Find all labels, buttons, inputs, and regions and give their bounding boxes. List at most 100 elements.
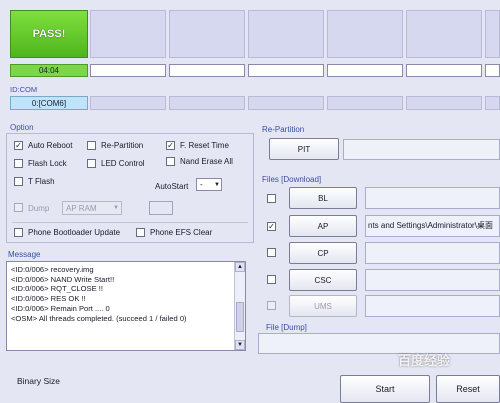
bl-button[interactable]: BL — [289, 187, 357, 209]
csc-button-label: CSC — [314, 275, 332, 285]
pit-button-label: PIT — [297, 144, 311, 154]
auto-reboot-checkbox[interactable]: ✓ — [14, 141, 23, 150]
chevron-down-icon: ▼ — [214, 181, 220, 188]
pit-path-field[interactable] — [343, 139, 500, 160]
phone-efs-clear-checkbox[interactable] — [136, 228, 145, 237]
f-reset-time-label: F. Reset Time — [180, 141, 229, 150]
ums-button[interactable]: UMS — [289, 295, 357, 317]
com-slot-7 — [485, 96, 500, 110]
option-title: Option — [10, 123, 34, 132]
elapsed-time: 04:04 — [10, 64, 88, 77]
dump-target-select[interactable]: AP RAM ▼ — [62, 201, 122, 215]
auto-reboot-label: Auto Reboot — [28, 141, 73, 150]
message-line: <ID:0/006> Remain Port .... 0 — [11, 303, 110, 313]
elapsed-time-text: 04:04 — [38, 66, 60, 75]
csc-checkbox[interactable] — [267, 275, 276, 284]
cp-button[interactable]: CP — [289, 242, 357, 264]
phone-bootloader-update-label: Phone Bootloader Update — [28, 228, 121, 237]
message-lines: <ID:0/006> recovery.img <ID:0/006> NAND … — [11, 265, 187, 323]
led-control-checkbox[interactable] — [87, 159, 96, 168]
message-line: <ID:0/006> recovery.img — [11, 265, 94, 274]
com-slot-6 — [406, 96, 482, 110]
progress-slot-5 — [327, 64, 403, 77]
chevron-down-icon: ▼ — [113, 205, 119, 211]
t-flash-label: T Flash — [28, 177, 55, 186]
scroll-down-icon[interactable]: ▼ — [235, 340, 245, 350]
ums-path-field[interactable] — [365, 295, 500, 317]
ap-checkbox[interactable]: ✓ — [267, 222, 276, 231]
binary-size-label: Binary Size — [17, 376, 60, 386]
com-slot-3 — [169, 96, 245, 110]
files-title: Files [Download] — [262, 175, 322, 184]
t-flash-checkbox[interactable] — [14, 177, 23, 186]
port-slot-3 — [169, 10, 245, 58]
progress-slot-6 — [406, 64, 482, 77]
dump-target-value: AP RAM — [66, 203, 97, 213]
start-button[interactable]: Start — [340, 375, 430, 403]
csc-button[interactable]: CSC — [289, 269, 357, 291]
watermark: 百度经验 — [398, 350, 498, 372]
reset-button-label: Reset — [456, 384, 480, 394]
file-dump-title: File [Dump] — [266, 323, 307, 332]
repartition-title: Re-Partition — [262, 125, 305, 134]
message-line: <ID:0/006> RQT_CLOSE !! — [11, 284, 104, 294]
flash-lock-label: Flash Lock — [28, 159, 67, 168]
com-slot-5 — [327, 96, 403, 110]
re-partition-label: Re-Partition — [101, 141, 144, 150]
pit-button[interactable]: PIT — [269, 138, 339, 160]
scroll-up-icon[interactable]: ▲ — [235, 262, 245, 272]
port-slot-6 — [406, 10, 482, 58]
option-divider — [12, 222, 248, 223]
flash-lock-checkbox[interactable] — [14, 159, 23, 168]
cp-button-label: CP — [317, 248, 329, 258]
com-port-box: 0:[COM6] — [10, 96, 88, 110]
bl-path-field[interactable] — [365, 187, 500, 209]
ap-button[interactable]: AP — [289, 215, 357, 237]
message-line: <OSM> All threads completed. (succeed 1 … — [11, 313, 187, 323]
ap-button-label: AP — [317, 221, 329, 231]
com-slot-2 — [90, 96, 166, 110]
progress-slot-2 — [90, 64, 166, 77]
phone-bootloader-update-checkbox[interactable] — [14, 228, 23, 237]
port-slot-5 — [327, 10, 403, 58]
message-scrollbar[interactable]: ▲ ▼ — [234, 262, 245, 350]
message-title: Message — [8, 250, 41, 259]
watermark-text: 百度经验 — [398, 353, 451, 368]
nand-erase-all-label: Nand Erase All — [180, 157, 233, 166]
progress-slot-4 — [248, 64, 324, 77]
ums-button-label: UMS — [314, 301, 332, 311]
progress-slot-7 — [485, 64, 500, 77]
start-button-label: Start — [375, 384, 395, 394]
reset-button[interactable]: Reset — [436, 375, 500, 403]
phone-efs-clear-label: Phone EFS Clear — [150, 228, 213, 237]
port-slot-7 — [485, 10, 500, 58]
port-slot-2 — [90, 10, 166, 58]
f-reset-time-checkbox[interactable]: ✓ — [166, 141, 175, 150]
com-slot-4 — [248, 96, 324, 110]
message-line: <ID:0/006> NAND Write Start!! — [11, 274, 115, 284]
id-com-label: ID:COM — [10, 85, 38, 94]
com-port-text: 0:[COM6] — [31, 98, 67, 108]
ap-path-field[interactable]: nts and Settings\Administrator\桌面 — [365, 215, 500, 237]
progress-slot-3 — [169, 64, 245, 77]
cp-checkbox[interactable] — [267, 248, 276, 257]
ums-checkbox[interactable] — [267, 301, 276, 310]
autostart-select[interactable]: - ▼ — [196, 178, 222, 191]
scrollbar-thumb[interactable] — [236, 302, 244, 332]
pass-label: PASS! — [32, 28, 66, 40]
port-slot-4 — [248, 10, 324, 58]
dump-button[interactable] — [149, 201, 173, 215]
dump-checkbox[interactable] — [14, 203, 23, 212]
pass-status-cell: PASS! — [10, 10, 88, 58]
cp-path-field[interactable] — [365, 242, 500, 264]
autostart-label: AutoStart — [155, 182, 189, 191]
bl-button-label: BL — [318, 193, 328, 203]
autostart-value: - — [200, 180, 203, 189]
bl-checkbox[interactable] — [267, 194, 276, 203]
re-partition-checkbox[interactable] — [87, 141, 96, 150]
dump-label: Dump — [28, 204, 50, 213]
led-control-label: LED Control — [101, 159, 145, 168]
ap-path-text: nts and Settings\Administrator\桌面 — [368, 221, 493, 230]
csc-path-field[interactable] — [365, 269, 500, 291]
nand-erase-all-checkbox[interactable] — [166, 157, 175, 166]
